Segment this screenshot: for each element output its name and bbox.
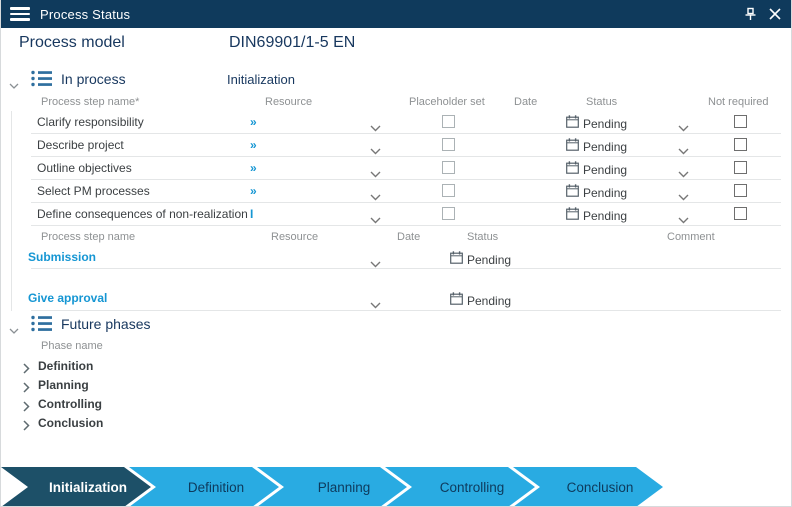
collapse-chevron-icon[interactable] — [9, 321, 19, 339]
process-status-window: Process Status Process model DIN69901/1-… — [0, 0, 792, 507]
not-required-checkbox[interactable] — [734, 161, 747, 174]
col-status: Status — [467, 231, 499, 243]
phase-name[interactable]: Planning — [38, 378, 89, 392]
chevron-down-icon[interactable] — [370, 296, 381, 314]
phase-arrow-controlling[interactable]: Controlling — [385, 467, 535, 506]
phase-arrow-definition[interactable]: Definition — [129, 467, 279, 506]
phase-arrow-planning[interactable]: Planning — [257, 467, 407, 506]
status-value[interactable]: Pending — [583, 209, 627, 223]
col-date: Date — [514, 96, 538, 108]
col-process-step-name: Process step name* — [41, 96, 140, 108]
list-icon — [31, 315, 52, 337]
list-icon — [31, 70, 52, 92]
expand-chevron-icon[interactable] — [23, 418, 30, 436]
table-row: Define consequences of non-realization I… — [1, 203, 791, 229]
row-separator — [31, 310, 781, 311]
process-step-name[interactable]: Define consequences of non-realization — [37, 207, 248, 221]
milestone-row: Submission Pending — [1, 247, 791, 273]
status-value[interactable]: Pending — [467, 253, 511, 267]
status-value[interactable]: Pending — [583, 163, 627, 177]
calendar-icon[interactable] — [450, 292, 463, 310]
phase-list-item[interactable]: Planning — [1, 376, 301, 395]
table-row: Outline objectives » Pending — [1, 157, 791, 180]
chevron-down-icon[interactable] — [678, 211, 689, 229]
placeholder-set-checkbox[interactable] — [442, 138, 455, 151]
calendar-icon[interactable] — [566, 115, 579, 133]
calendar-icon[interactable] — [566, 184, 579, 202]
placeholder-set-checkbox[interactable] — [442, 184, 455, 197]
menu-icon[interactable] — [10, 7, 30, 21]
col-not-required: Not required — [708, 96, 769, 108]
process-step-name[interactable]: Outline objectives — [37, 161, 132, 175]
process-step-name[interactable]: Clarify responsibility — [37, 115, 144, 129]
status-value[interactable]: Pending — [583, 117, 627, 131]
current-phase-label: Initialization — [227, 72, 295, 87]
section-in-process-title[interactable]: In process — [61, 71, 126, 87]
process-step-name[interactable]: Select PM processes — [37, 184, 150, 198]
not-required-checkbox[interactable] — [734, 115, 747, 128]
resource-link[interactable]: » — [250, 115, 257, 129]
col-resource: Resource — [265, 96, 313, 108]
placeholder-set-checkbox[interactable] — [442, 207, 455, 220]
phase-progress-bar: Initialization Definition Planning Contr… — [1, 467, 791, 506]
calendar-icon[interactable] — [566, 207, 579, 225]
col-placeholder-set: Placeholder set — [409, 96, 485, 108]
resource-text-cursor[interactable]: I — [250, 207, 253, 221]
resource-link[interactable]: » — [250, 138, 257, 152]
status-value[interactable]: Pending — [583, 140, 627, 154]
phase-list-item[interactable]: Definition — [1, 357, 301, 376]
phase-arrow-conclusion[interactable]: Conclusion — [513, 467, 663, 506]
process-model-value[interactable]: DIN69901/1-5 EN — [229, 34, 355, 52]
col-status: Status — [586, 96, 618, 108]
process-step-name[interactable]: Describe project — [37, 138, 124, 152]
not-required-checkbox[interactable] — [734, 207, 747, 220]
milestone-row: Give approval Pending — [1, 288, 791, 314]
row-separator — [31, 268, 781, 269]
col-comment: Comment — [667, 231, 715, 243]
col-date: Date — [397, 231, 421, 243]
phase-name[interactable]: Definition — [38, 359, 93, 373]
phase-arrow-initialization[interactable]: Initialization — [1, 467, 151, 506]
not-required-checkbox[interactable] — [734, 138, 747, 151]
phase-list-item[interactable]: Controlling — [1, 395, 301, 414]
section-future-phases-title[interactable]: Future phases — [61, 316, 151, 332]
table-row: Select PM processes » Pending — [1, 180, 791, 203]
placeholder-set-checkbox[interactable] — [442, 115, 455, 128]
status-value[interactable]: Pending — [583, 186, 627, 200]
chevron-down-icon[interactable] — [370, 255, 381, 273]
close-icon[interactable] — [769, 8, 781, 20]
chevron-down-icon[interactable] — [370, 211, 381, 229]
phase-name[interactable]: Conclusion — [38, 416, 103, 430]
phase-list-item[interactable]: Conclusion — [1, 414, 301, 433]
row-separator — [31, 225, 781, 226]
placeholder-set-checkbox[interactable] — [442, 161, 455, 174]
title-bar: Process Status — [1, 0, 791, 28]
col-phase-name: Phase name — [41, 340, 103, 352]
collapse-chevron-icon[interactable] — [9, 76, 19, 94]
milestone-name[interactable]: Give approval — [28, 291, 107, 305]
pin-icon[interactable] — [744, 7, 757, 21]
milestone-name[interactable]: Submission — [28, 250, 96, 264]
resource-link[interactable]: » — [250, 161, 257, 175]
col-resource: Resource — [271, 231, 319, 243]
calendar-icon[interactable] — [566, 161, 579, 179]
table-row: Clarify responsibility » Pending — [1, 111, 791, 134]
process-model-label: Process model — [19, 34, 125, 51]
not-required-checkbox[interactable] — [734, 184, 747, 197]
window-title: Process Status — [40, 6, 131, 22]
calendar-icon[interactable] — [566, 138, 579, 156]
status-value[interactable]: Pending — [467, 294, 511, 308]
phase-name[interactable]: Controlling — [38, 397, 102, 411]
calendar-icon[interactable] — [450, 251, 463, 269]
col-process-step-name: Process step name — [41, 231, 136, 243]
resource-link[interactable]: » — [250, 184, 257, 198]
table-row: Describe project » Pending — [1, 134, 791, 157]
